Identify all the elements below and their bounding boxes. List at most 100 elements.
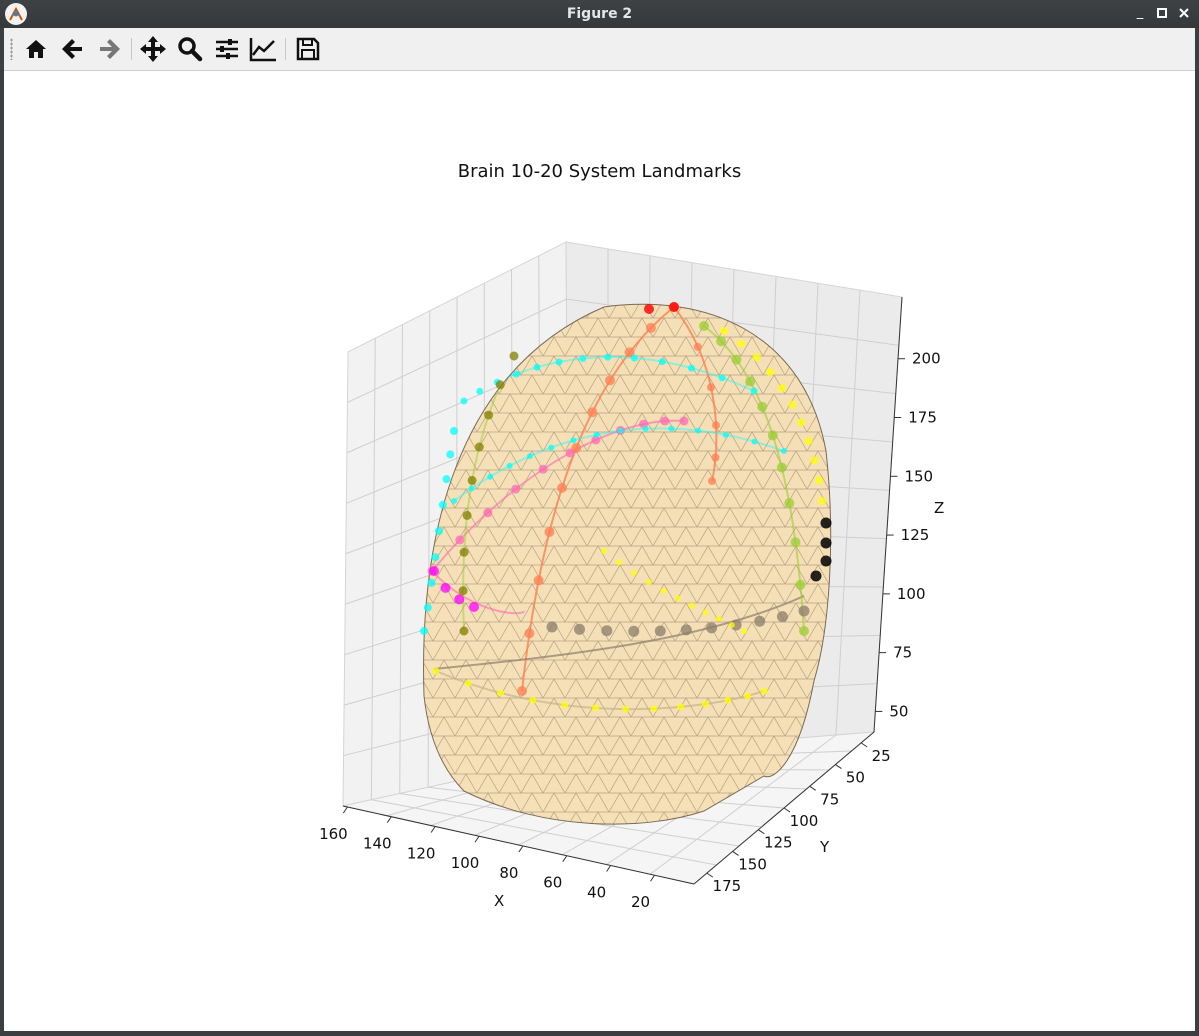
back-arrow-icon[interactable]	[57, 34, 89, 64]
landmark-point	[512, 370, 520, 378]
landmark-point	[509, 351, 519, 361]
landmark-point	[570, 437, 577, 444]
landmark-point	[546, 621, 558, 633]
landmark-point	[731, 354, 742, 365]
forward-arrow-icon[interactable]	[93, 34, 125, 64]
x-tick-label: 20	[631, 893, 650, 911]
z-tick-label: 175	[908, 409, 937, 427]
landmark-point	[511, 484, 521, 494]
landmark-point	[712, 421, 720, 430]
maximize-icon[interactable]	[1154, 5, 1170, 21]
landmark-point	[743, 692, 751, 700]
x-tick	[606, 865, 612, 872]
landmark-point	[745, 376, 756, 387]
window-title: Figure 2	[566, 6, 633, 22]
toolbar-separator	[285, 38, 286, 60]
edit-axis-icon[interactable]	[247, 34, 279, 64]
3d-axes[interactable]: 16014012010080604020 255075100125150175 …	[4, 71, 1195, 1031]
landmark-point	[716, 336, 727, 347]
landmark-point	[718, 374, 726, 382]
landmark-point	[592, 704, 600, 712]
x-tick	[342, 806, 348, 814]
x-tick	[430, 826, 436, 833]
landmark-point	[548, 444, 555, 451]
close-icon[interactable]	[1176, 5, 1192, 21]
x-tick-label: 40	[587, 883, 606, 901]
landmark-point	[579, 355, 587, 362]
x-tick	[650, 874, 655, 882]
landmark-point	[798, 605, 810, 617]
landmark-point	[506, 462, 513, 469]
landmark-point	[446, 450, 455, 459]
landmark-point	[654, 625, 666, 637]
toolbar-grip[interactable]	[10, 38, 13, 60]
landmark-point	[460, 397, 468, 405]
landmark-point	[820, 517, 832, 529]
pan-icon[interactable]	[137, 34, 169, 64]
landmark-point	[702, 609, 709, 616]
landmark-point	[565, 448, 575, 458]
landmark-point	[799, 626, 809, 636]
landmark-point	[459, 547, 469, 557]
landmark-point	[533, 363, 541, 371]
y-tick-label: 175	[713, 877, 742, 895]
zoom-icon[interactable]	[174, 34, 206, 64]
landmark-point	[526, 453, 533, 460]
landmark-point	[766, 368, 775, 377]
landmark-point	[757, 401, 768, 412]
landmark-point	[790, 537, 801, 548]
landmark-point	[669, 302, 679, 312]
y-tick-label: 125	[764, 834, 793, 852]
landmark-point	[601, 548, 607, 554]
landmark-point	[450, 427, 458, 435]
landmark-point	[459, 626, 469, 636]
figure-canvas[interactable]: Brain 10-20 System Landmarks 160 140 120…	[4, 71, 1195, 1031]
x-tick-label: 140	[363, 835, 392, 853]
y-tick-label: 150	[738, 855, 767, 873]
y-tick-label: 25	[872, 747, 891, 765]
title-bar[interactable]: Figure 2 _	[0, 0, 1199, 28]
landmark-point	[630, 354, 638, 362]
landmark-point	[750, 387, 758, 395]
landmark-point	[708, 477, 716, 485]
landmark-point	[458, 586, 468, 596]
save-icon[interactable]	[292, 34, 324, 64]
landmark-point	[644, 304, 654, 314]
landmark-point	[752, 353, 761, 362]
x-tick-label: 120	[407, 844, 436, 862]
landmark-point	[767, 430, 778, 441]
landmark-point	[658, 358, 666, 366]
landmark-point	[455, 535, 465, 545]
y-axis-label: Y	[819, 838, 830, 856]
landmark-point	[533, 575, 544, 586]
landmark-point	[451, 498, 457, 504]
z-tick-label: 50	[889, 702, 908, 720]
y-tick-label: 50	[846, 769, 865, 787]
landmark-point	[674, 595, 681, 602]
landmark-point	[429, 566, 439, 576]
landmark-point	[645, 579, 652, 586]
landmark-point	[707, 383, 715, 392]
landmark-point	[454, 594, 465, 605]
navigation-toolbar	[4, 28, 1195, 71]
landmark-point	[495, 380, 505, 390]
landmark-point	[804, 437, 813, 445]
home-icon[interactable]	[20, 34, 52, 64]
landmark-point	[593, 431, 600, 438]
landmark-point	[722, 431, 729, 438]
landmark-point	[728, 622, 735, 628]
minimize-icon[interactable]: _	[1132, 5, 1148, 21]
landmark-point	[776, 611, 788, 623]
landmark-point	[660, 587, 667, 594]
landmark-point	[587, 407, 598, 418]
configure-subplots-icon[interactable]	[211, 34, 243, 64]
x-tick-label: 60	[543, 874, 562, 892]
landmark-point	[440, 582, 451, 593]
landmark-point	[469, 602, 479, 612]
landmark-point	[668, 425, 675, 432]
landmark-point	[751, 438, 758, 445]
landmark-point	[695, 427, 702, 434]
x-tick	[386, 816, 392, 824]
z-tick-label: 125	[901, 526, 930, 544]
landmark-point	[706, 622, 718, 634]
